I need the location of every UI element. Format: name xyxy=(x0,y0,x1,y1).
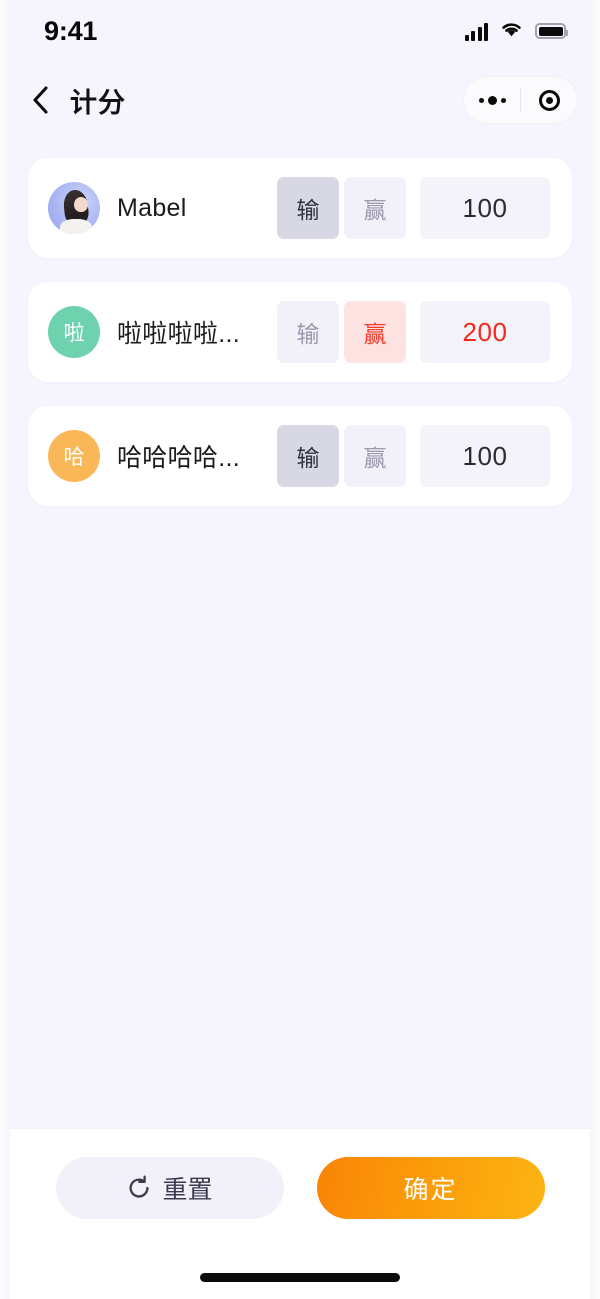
wifi-icon xyxy=(499,19,524,43)
more-dots-icon[interactable] xyxy=(464,77,520,123)
status-time: 9:41 xyxy=(44,15,98,46)
win-button[interactable]: 赢 xyxy=(344,301,406,363)
result-toggle-group: 输 赢 xyxy=(277,425,406,487)
lose-button[interactable]: 输 xyxy=(277,177,339,239)
page-title: 计分 xyxy=(70,87,126,118)
miniprogram-capsule xyxy=(463,76,578,124)
table-row[interactable]: 哈 哈哈哈哈... 输 赢 100 xyxy=(28,406,572,506)
player-name: 哈哈哈哈... xyxy=(117,444,240,472)
status-bar: 9:41 xyxy=(0,0,600,62)
chevron-left-icon[interactable] xyxy=(28,85,52,115)
lose-button[interactable]: 输 xyxy=(277,301,339,363)
result-toggle-group: 输 赢 xyxy=(277,177,406,239)
table-row[interactable]: 啦 啦啦啦啦... 输 赢 200 xyxy=(28,282,572,382)
reset-button-label: 重置 xyxy=(162,1176,213,1204)
nav-left-group: 计分 xyxy=(28,81,126,120)
player-name: 啦啦啦啦... xyxy=(117,320,240,348)
bottom-action-bar: 重置 确定 xyxy=(0,1128,600,1299)
phone-screen: 9:41 计分 Mabel 输 赢 100 啦 啦啦啦啦... 输 赢 200 … xyxy=(0,0,600,1299)
target-circle-icon[interactable] xyxy=(521,77,577,123)
score-field[interactable]: 100 xyxy=(420,425,550,487)
table-row[interactable]: Mabel 输 赢 100 xyxy=(28,158,572,258)
battery-full-icon xyxy=(535,23,568,39)
confirm-button[interactable]: 确定 xyxy=(316,1157,545,1219)
result-toggle-group: 输 赢 xyxy=(277,301,406,363)
player-name: Mabel xyxy=(117,193,187,222)
player-list: Mabel 输 赢 100 啦 啦啦啦啦... 输 赢 200 哈 哈哈哈哈..… xyxy=(0,138,600,1128)
win-button[interactable]: 赢 xyxy=(344,177,406,239)
home-indicator xyxy=(200,1273,400,1282)
lose-button[interactable]: 输 xyxy=(277,425,339,487)
signal-bars-icon xyxy=(464,22,488,41)
score-field[interactable]: 100 xyxy=(420,177,550,239)
avatar: 啦 xyxy=(48,306,100,358)
nav-bar: 计分 xyxy=(0,62,600,138)
avatar: 哈 xyxy=(48,430,100,482)
avatar xyxy=(48,182,100,234)
status-icons xyxy=(464,19,568,43)
win-button[interactable]: 赢 xyxy=(344,425,406,487)
reset-button[interactable]: 重置 xyxy=(55,1157,284,1219)
refresh-ccw-icon xyxy=(126,1175,152,1201)
confirm-button-label: 确定 xyxy=(403,1176,458,1204)
score-field[interactable]: 200 xyxy=(420,301,550,363)
